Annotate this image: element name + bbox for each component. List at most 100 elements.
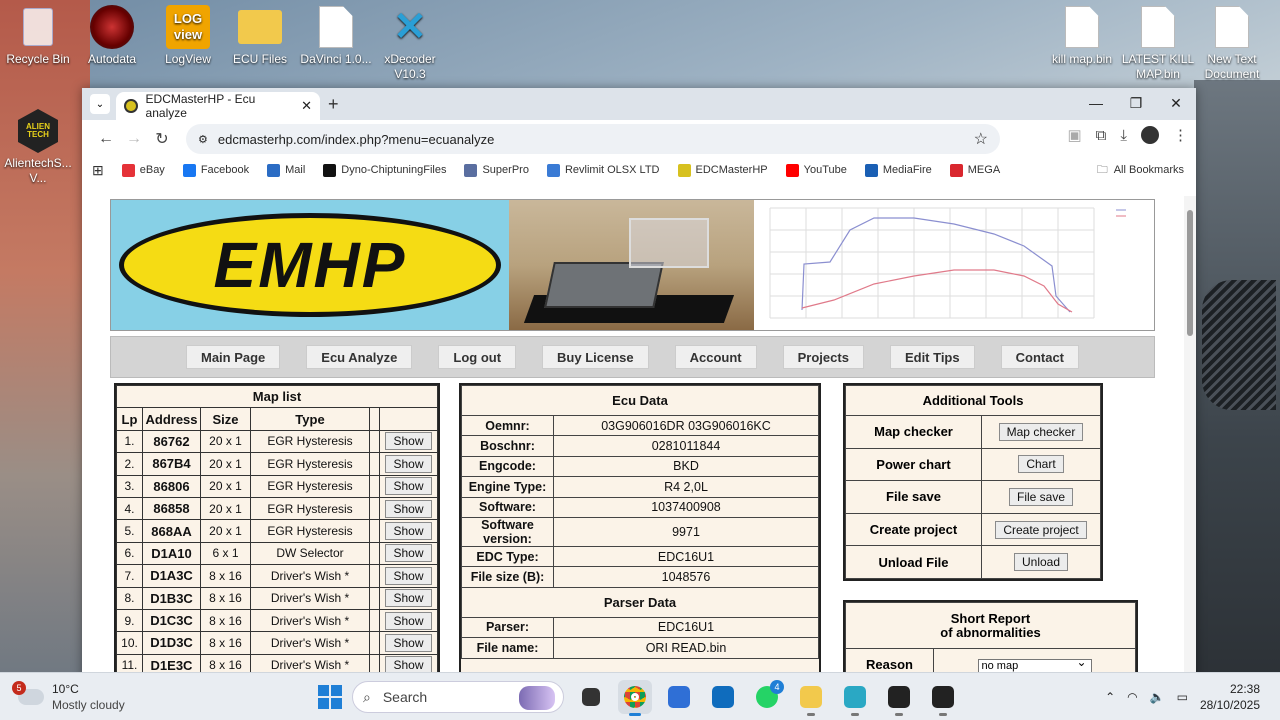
forward-arrow-icon[interactable]: → — [120, 125, 148, 153]
restore-icon[interactable]: ❐ — [1116, 88, 1156, 118]
start-windows-icon[interactable] — [318, 685, 342, 709]
tab-search-chevron-icon[interactable]: ⌄ — [90, 94, 110, 114]
nav-button-log-out[interactable]: Log out — [438, 345, 517, 369]
desktop-icon-alientech[interactable]: ALIEN TECH AlientechS... V... — [0, 108, 76, 186]
all-bookmarks-button[interactable]: 🗀 All Bookmarks — [1097, 161, 1184, 180]
nav-button-account[interactable]: Account — [674, 345, 757, 369]
table-row: 1. 86762 20 x 1 EGR Hysteresis Show — [116, 429, 438, 454]
bookmark-item[interactable]: SuperPro — [464, 163, 529, 177]
reload-icon[interactable]: ↻ — [148, 125, 176, 153]
apps-grid-icon[interactable]: ⊞ — [92, 162, 104, 179]
desktop-icon-2[interactable]: LOG view LogView — [150, 4, 226, 67]
power-chart-graphic — [754, 200, 1154, 330]
nav-button-buy-license[interactable]: Buy License — [542, 345, 649, 369]
bookmark-star-icon[interactable]: ☆ — [974, 129, 988, 149]
show-button[interactable]: Show — [385, 477, 432, 496]
show-button[interactable]: Show — [385, 633, 432, 652]
nav-button-main-page[interactable]: Main Page — [185, 345, 281, 369]
clock[interactable]: 22:38 28/10/2025 — [1200, 681, 1260, 713]
desktop-icon-right-2[interactable]: New Text Document — [1194, 4, 1270, 82]
battery-icon[interactable]: ▭ — [1177, 690, 1188, 704]
short-report-panel: Short Report of abnormalities Reason no … — [843, 600, 1138, 680]
show-button[interactable]: Show — [385, 611, 432, 630]
bookmark-item[interactable]: MEGA — [949, 163, 1000, 177]
wifi-icon[interactable]: ◠ — [1127, 690, 1137, 704]
cell-type: Driver's Wish * — [250, 608, 370, 633]
nav-button-edit-tips[interactable]: Edit Tips — [889, 345, 975, 369]
taskbar-search[interactable]: ⌕ Search — [352, 681, 564, 713]
cell-lp: 8. — [116, 586, 143, 610]
file-icon — [1134, 4, 1182, 50]
bookmark-item[interactable]: YouTube — [785, 163, 847, 177]
desktop-icon-label: Recycle Bin — [6, 52, 70, 66]
site-banner: EMHP — [110, 199, 1155, 331]
show-button[interactable]: Show — [385, 499, 432, 518]
show-button[interactable]: Show — [385, 522, 432, 541]
bookmark-item[interactable]: Mail — [267, 163, 305, 177]
desktop-icon-0[interactable]: Recycle Bin — [0, 4, 76, 67]
profile-avatar[interactable] — [1141, 126, 1159, 144]
desktop-icon-right-1[interactable]: LATEST KILL MAP.bin — [1120, 4, 1196, 82]
bookmark-item[interactable]: eBay — [121, 163, 165, 177]
cell-lp: 1. — [116, 429, 143, 454]
nav-button-projects[interactable]: Projects — [782, 345, 864, 369]
desktop-icon-4[interactable]: DaVinci 1.0... — [298, 4, 374, 67]
taskbar-remote-app-icon[interactable] — [662, 680, 696, 714]
ecu-data-value: EDC16U1 — [553, 545, 819, 568]
tool-button-chart[interactable]: Chart — [1018, 455, 1064, 474]
ecu-data-row: Software: 1037400908 — [461, 496, 819, 518]
taskbar-file-explorer-icon[interactable] — [794, 680, 828, 716]
extensions-icon[interactable]: ⧉ — [1096, 127, 1107, 144]
tab-active[interactable]: EDCMasterHP - Ecu analyze ✕ — [116, 92, 320, 120]
tool-button-map-checker[interactable]: Map checker — [998, 422, 1084, 441]
taskbar-task-view-icon[interactable] — [574, 680, 608, 714]
bookmark-item[interactable]: MediaFire — [864, 163, 932, 177]
tool-button-unload[interactable]: Unload — [1013, 553, 1069, 572]
logview-logo-text: LOG view — [166, 5, 210, 49]
show-button[interactable]: Show — [385, 566, 432, 585]
scrollbar-thumb[interactable] — [1187, 210, 1193, 336]
bookmark-item[interactable]: Facebook — [182, 163, 250, 177]
menu-kebab-icon[interactable]: ⋮ — [1173, 126, 1188, 144]
taskbar-outlook-icon[interactable] — [706, 680, 740, 714]
taskbar-chrome-icon[interactable] — [618, 680, 652, 716]
tool-button-file-save[interactable]: File save — [1008, 487, 1074, 506]
download-icon[interactable]: ⤓ — [1120, 127, 1127, 144]
cell-action: Show — [379, 496, 438, 521]
chevron-up-icon[interactable]: ⌃ — [1105, 690, 1115, 704]
back-arrow-icon[interactable]: ← — [92, 125, 120, 153]
taskbar-xdecoder-2-icon[interactable] — [926, 680, 960, 716]
desktop-icon-3[interactable]: ECU Files — [222, 4, 298, 67]
taskbar-whatsapp-icon[interactable]: 4 — [750, 680, 784, 714]
nav-button-contact[interactable]: Contact — [1000, 345, 1079, 369]
emhp-logo[interactable]: EMHP — [111, 200, 509, 330]
desktop-icon-5[interactable]: ✕ xDecoder V10.3 — [372, 4, 448, 82]
translate-icon[interactable]: ▣ — [1067, 126, 1081, 144]
show-button[interactable]: Show — [385, 432, 432, 451]
show-button[interactable]: Show — [385, 589, 432, 608]
bookmark-item[interactable]: Dyno-ChiptuningFiles — [323, 163, 446, 177]
volume-icon[interactable]: 🔈 — [1150, 690, 1165, 704]
nav-button-ecu-analyze[interactable]: Ecu Analyze — [306, 345, 413, 369]
desktop-icon-1[interactable]: Autodata — [74, 4, 150, 67]
address-bar[interactable]: ⚙ edcmasterhp.com/index.php?menu=ecuanal… — [186, 124, 1000, 154]
page-scrollbar[interactable] — [1184, 196, 1196, 680]
show-button[interactable]: Show — [385, 544, 432, 563]
bookmark-item[interactable]: Revlimit OLSX LTD — [546, 163, 660, 177]
show-button[interactable]: Show — [385, 454, 432, 473]
weather-widget[interactable]: 5 10°C Mostly cloudy — [12, 681, 125, 713]
close-tab-icon[interactable]: ✕ — [301, 98, 312, 114]
desktop-icon-right-0[interactable]: kill map.bin — [1044, 4, 1120, 67]
tool-action-cell: File save — [981, 480, 1101, 514]
minimize-icon[interactable]: — — [1076, 88, 1116, 118]
taskbar-notepad-icon[interactable] — [838, 680, 872, 716]
reason-select[interactable]: no map — [977, 656, 1092, 673]
tool-button-create-project[interactable]: Create project — [995, 520, 1087, 539]
taskbar-xdecoder-icon[interactable] — [882, 680, 916, 716]
bookmark-item[interactable]: EDCMasterHP — [677, 163, 768, 177]
tool-label: File save — [845, 480, 982, 514]
bookmark-label: Facebook — [200, 164, 250, 176]
new-tab-plus-icon[interactable]: + — [328, 94, 339, 115]
site-info-icon[interactable]: ⚙ — [198, 133, 208, 146]
close-window-icon[interactable]: ✕ — [1156, 88, 1196, 118]
